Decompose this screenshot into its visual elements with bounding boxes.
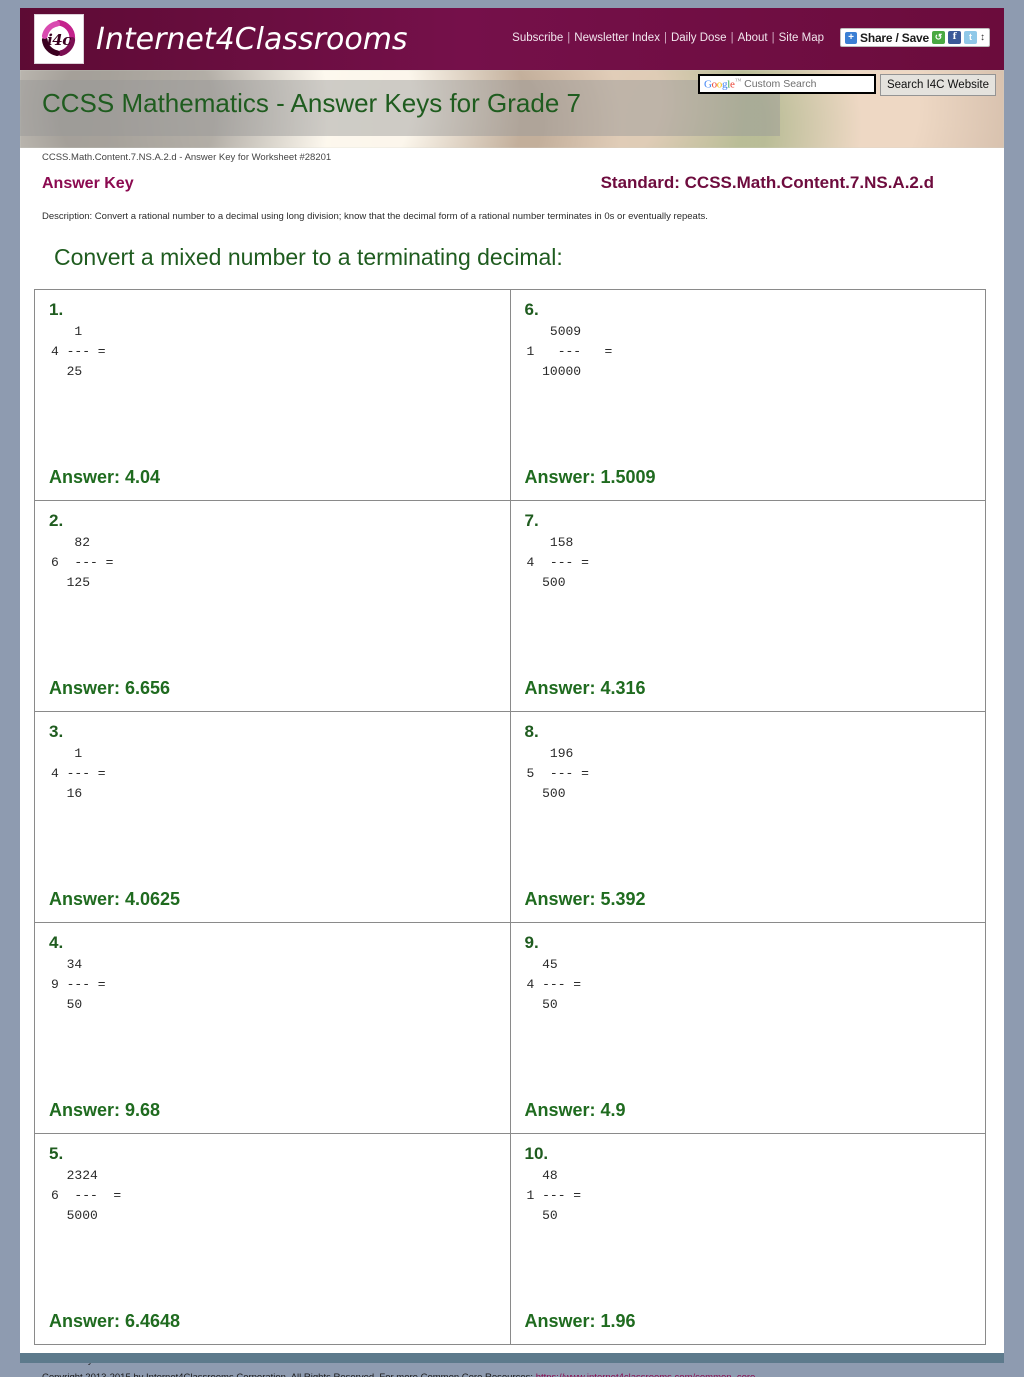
problem-number: 6. xyxy=(524,300,539,319)
mixed-number-expression: 82 6 --- = 125 xyxy=(51,535,114,591)
problem-answer: Answer: 4.9 xyxy=(524,1100,626,1120)
mixed-number-expression: 2324 6 --- = 5000 xyxy=(51,1168,122,1224)
page-root: i4c Internet4Classrooms Subscribe | News… xyxy=(0,0,1024,1377)
footer-copyright: Copyright 2013-2015 by Internet4Classroo… xyxy=(42,1370,990,1377)
footer-common-core-link[interactable]: https://www.internet4classrooms.com/comm… xyxy=(536,1372,756,1377)
page-title: CCSS Mathematics - Answer Keys for Grade… xyxy=(42,88,581,118)
mixed-number-expression: 196 5 --- = 500 xyxy=(526,746,589,802)
problem-cell-4: 4. 34 9 --- = 50 Answer: 9.68 xyxy=(34,922,511,1134)
mixed-number-expression: 158 4 --- = 500 xyxy=(526,535,589,591)
problem-number: 10. xyxy=(524,1144,549,1163)
mixed-number-expression: 5009 1 --- = 10000 xyxy=(526,324,613,380)
mixed-number-expression: 1 4 --- = 25 xyxy=(51,324,106,380)
logo-text: i4c xyxy=(47,31,71,49)
answer-key-sheet: i4c Internet4Classrooms Subscribe | News… xyxy=(20,8,1004,1377)
problem-cell-8: 8. 196 5 --- = 500 Answer: 5.392 xyxy=(509,711,986,923)
table-row: 5. 2324 6 --- = 5000 Answer: 6.4648 10. … xyxy=(34,1133,986,1345)
problem-answer: Answer: 6.656 xyxy=(49,678,171,698)
worksheet-id: CCSS.Math.Content.7.NS.A.2.d - Answer Ke… xyxy=(42,152,332,163)
problem-answer: Answer: 4.316 xyxy=(524,678,646,698)
mixed-number-expression: 45 4 --- = 50 xyxy=(526,957,582,1013)
problem-answer: Answer: 6.4648 xyxy=(49,1311,181,1331)
nav-link-newsletter-index[interactable]: Newsletter Index xyxy=(570,32,664,44)
share-save-label: Share / Save xyxy=(860,30,929,45)
problem-number: 8. xyxy=(524,722,539,741)
problem-answer: Answer: 1.96 xyxy=(524,1311,636,1331)
problem-cell-9: 9. 45 4 --- = 50 Answer: 4.9 xyxy=(509,922,986,1134)
top-navigation: Subscribe | Newsletter Index | Daily Dos… xyxy=(508,28,990,47)
standard-label: Standard: CCSS.Math.Content.7.NS.A.2.d xyxy=(600,173,934,192)
problem-answer: Answer: 1.5009 xyxy=(524,467,656,487)
site-header-bar: i4c Internet4Classrooms Subscribe | News… xyxy=(20,8,1004,70)
site-search: Google™ Custom Search Search I4C Website xyxy=(697,74,996,96)
standard-description: Description: Convert a rational number t… xyxy=(42,211,708,222)
table-row: 3. 1 4 --- = 16 Answer: 4.0625 8. 196 5 … xyxy=(34,711,986,923)
answer-key-header-row: Answer Key Standard: CCSS.Math.Content.7… xyxy=(20,163,1004,193)
nav-link-site-map[interactable]: Site Map xyxy=(775,32,828,44)
google-logo-icon: Google™ xyxy=(703,77,742,91)
search-input[interactable]: Google™ Custom Search xyxy=(697,74,876,94)
problem-cell-3: 3. 1 4 --- = 16 Answer: 4.0625 xyxy=(34,711,511,923)
facebook-icon[interactable]: f xyxy=(948,31,961,44)
nav-link-subscribe[interactable]: Subscribe xyxy=(508,32,567,44)
problem-number: 4. xyxy=(49,933,64,952)
mixed-number-expression: 1 4 --- = 16 xyxy=(51,746,106,802)
bottom-bar xyxy=(20,1353,1004,1363)
problem-number: 3. xyxy=(49,722,64,741)
problem-number: 7. xyxy=(524,511,539,530)
search-placeholder: Custom Search xyxy=(744,78,817,90)
problem-cell-6: 6. 5009 1 --- = 10000 Answer: 1.5009 xyxy=(509,289,986,501)
answer-key-label: Answer Key xyxy=(42,175,134,192)
problem-cell-2: 2. 82 6 --- = 125 Answer: 6.656 xyxy=(34,500,511,712)
table-row: 4. 34 9 --- = 50 Answer: 9.68 9. 45 4 --… xyxy=(34,922,986,1134)
share-icon[interactable]: ↺ xyxy=(932,31,945,44)
mixed-number-expression: 48 1 --- = 50 xyxy=(526,1168,582,1224)
problem-answer: Answer: 9.68 xyxy=(49,1100,161,1120)
problem-cell-1: 1. 1 4 --- = 25 Answer: 4.04 xyxy=(34,289,511,501)
problem-number: 5. xyxy=(49,1144,64,1163)
updown-icon[interactable]: ↕ xyxy=(980,31,985,44)
problem-cell-7: 7. 158 4 --- = 500 Answer: 4.316 xyxy=(509,500,986,712)
mixed-number-expression: 34 9 --- = 50 xyxy=(51,957,106,1013)
footer-copyright-text: Copyright 2013-2015 by Internet4Classroo… xyxy=(42,1372,536,1377)
problem-number: 9. xyxy=(524,933,539,952)
share-save-widget[interactable]: + Share / Save ↺ f t ↕ xyxy=(840,28,990,47)
problem-cell-5: 5. 2324 6 --- = 5000 Answer: 6.4648 xyxy=(34,1133,511,1345)
search-button[interactable]: Search I4C Website xyxy=(879,74,996,96)
table-row: 2. 82 6 --- = 125 Answer: 6.656 7. 158 4… xyxy=(34,500,986,712)
problem-number: 2. xyxy=(49,511,64,530)
problem-number: 1. xyxy=(49,300,64,319)
nav-link-daily-dose[interactable]: Daily Dose xyxy=(667,32,731,44)
twitter-icon[interactable]: t xyxy=(964,31,977,44)
problem-answer: Answer: 4.0625 xyxy=(49,889,181,909)
table-row: 1. 1 4 --- = 25 Answer: 4.04 6. 5009 1 -… xyxy=(34,289,986,501)
nav-link-about[interactable]: About xyxy=(734,32,772,44)
i4c-logo-icon: i4c xyxy=(34,14,84,64)
problem-answer: Answer: 5.392 xyxy=(524,889,646,909)
plus-icon: + xyxy=(845,31,858,44)
problem-answer: Answer: 4.04 xyxy=(49,467,161,487)
problems-grid: 1. 1 4 --- = 25 Answer: 4.04 6. 5009 1 -… xyxy=(34,289,986,1345)
worksheet-heading: Convert a mixed number to a terminating … xyxy=(54,244,563,270)
brand-name: Internet4Classrooms xyxy=(96,21,408,57)
problem-cell-10: 10. 48 1 --- = 50 Answer: 1.96 xyxy=(509,1133,986,1345)
page-banner: CCSS Mathematics - Answer Keys for Grade… xyxy=(20,70,1004,148)
site-logo[interactable]: i4c Internet4Classrooms xyxy=(34,14,408,64)
